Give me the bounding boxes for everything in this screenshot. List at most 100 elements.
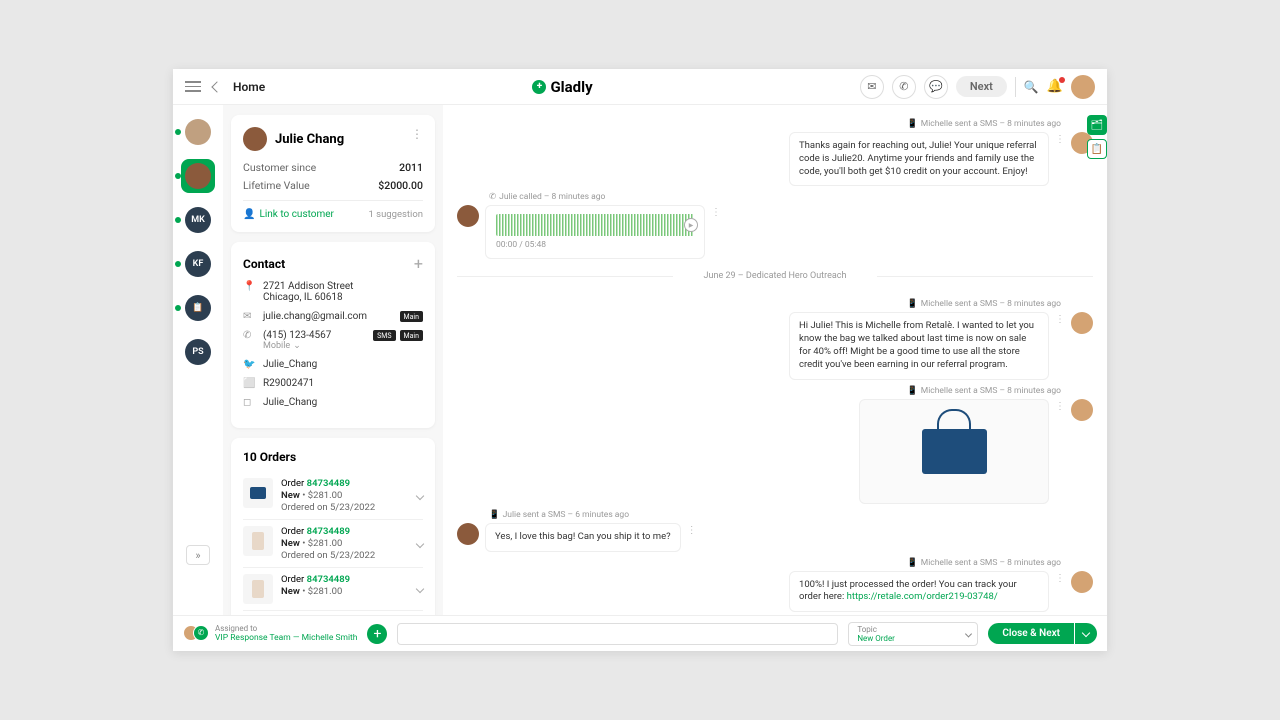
order-row-1[interactable]: Order 84734489New • $281.00Ordered on 5/… xyxy=(243,520,423,568)
action-card-icon[interactable]: 🗂 xyxy=(1087,115,1107,135)
phone-icon: ✆ xyxy=(243,330,255,341)
strip-item-2[interactable]: MK xyxy=(181,203,215,237)
tracking-link[interactable]: https://retale.com/order219-03748/ xyxy=(847,591,998,602)
topic-selector[interactable]: Topic New Order xyxy=(848,622,978,646)
brand-text: Gladly xyxy=(550,78,592,96)
message-menu-icon[interactable]: ⋮ xyxy=(1055,399,1065,412)
customer-name: Julie Chang xyxy=(275,132,344,147)
msg-meta: ✆ Julie called – 8 minutes ago xyxy=(489,192,1093,202)
assigned-label: Assigned to xyxy=(215,624,357,633)
agent-avatar xyxy=(1071,571,1093,593)
image-bubble[interactable] xyxy=(859,399,1049,504)
message-menu-icon[interactable]: ⋮ xyxy=(1055,571,1065,584)
twitter-icon: 🐦 xyxy=(243,359,255,370)
message-row: Hi Julie! This is Michelle from Retalè. … xyxy=(457,312,1093,379)
assigned-value[interactable]: VIP Response Team — Michelle Smith xyxy=(215,633,357,643)
message-bubble: Hi Julie! This is Michelle from Retalè. … xyxy=(789,312,1049,379)
breadcrumb-home[interactable]: Home xyxy=(233,80,265,94)
contact-card: Contact + 📍2721 Addison StreetChicago, I… xyxy=(231,242,435,428)
close-next-button[interactable]: Close & Next xyxy=(988,623,1074,644)
order-number[interactable]: 84734489 xyxy=(307,574,350,585)
chevron-down-icon[interactable]: ⌄ xyxy=(293,341,301,351)
add-contact-button[interactable]: + xyxy=(414,254,423,273)
sidebar: Julie Chang ⋮ Customer since2011 Lifetim… xyxy=(223,105,443,615)
twitter-handle[interactable]: Julie_Chang xyxy=(263,359,317,370)
message-menu-icon[interactable]: ⋮ xyxy=(711,205,721,218)
sms-badge: SMS xyxy=(373,330,395,341)
order-thumb xyxy=(243,574,273,604)
message-row: 100%! I just processed the order! You ca… xyxy=(457,571,1093,613)
mail-icon[interactable]: ✉ xyxy=(860,75,884,99)
compose-plus-button[interactable]: + xyxy=(367,624,387,644)
orders-title: 10 Orders xyxy=(243,450,423,464)
chevron-down-icon xyxy=(965,630,972,637)
menu-icon[interactable] xyxy=(185,81,201,92)
strip-item-1[interactable] xyxy=(181,159,215,193)
suggestion-count: 1 suggestion xyxy=(368,209,423,220)
strip-item-4[interactable]: 📋 xyxy=(181,291,215,325)
back-button[interactable] xyxy=(211,81,222,92)
agent-avatar xyxy=(1071,399,1093,421)
customer-menu-icon[interactable]: ⋮ xyxy=(411,127,423,141)
phone-icon[interactable]: ✆ xyxy=(892,75,916,99)
since-value: 2011 xyxy=(399,161,423,174)
facebook-icon: ⬜ xyxy=(243,378,255,389)
app-header: Home + Gladly ✉ ✆ 💬 Next 🔍 🔔 xyxy=(173,69,1107,105)
divider xyxy=(1015,77,1016,97)
call-duration: 00:00 / 05:48 xyxy=(496,240,694,250)
instagram-handle[interactable]: Julie_Chang xyxy=(263,397,317,408)
user-avatar[interactable] xyxy=(1071,75,1095,99)
next-button[interactable]: Next xyxy=(956,76,1007,97)
play-icon[interactable]: ▶ xyxy=(684,218,698,232)
action-clipboard-icon[interactable]: 📋 xyxy=(1087,139,1107,159)
customer-avatar xyxy=(457,205,479,227)
order-row-0[interactable]: Order 84734489New • $281.00Ordered on 5/… xyxy=(243,472,423,520)
conversation-strip: MK KF 📋 PS » xyxy=(173,105,223,615)
msg-meta: 📱 Michelle sent a SMS – 8 minutes ago xyxy=(457,119,1061,129)
orders-card: 10 Orders Order 84734489New • $281.00Ord… xyxy=(231,438,435,615)
plus-logo-icon: + xyxy=(532,80,546,94)
floating-actions: 🗂 📋 xyxy=(1087,115,1107,159)
message-menu-icon[interactable]: ⋮ xyxy=(687,523,697,536)
topic-value: New Order xyxy=(857,634,953,643)
msg-meta: 📱 Michelle sent a SMS – 8 minutes ago xyxy=(457,386,1061,396)
email-badge: Main xyxy=(400,311,424,322)
close-next-dropdown[interactable] xyxy=(1075,623,1097,644)
message-row: ⋮ xyxy=(457,399,1093,504)
assigned-to[interactable]: ✆ Assigned to VIP Response Team — Michel… xyxy=(183,624,357,643)
collapse-strip-button[interactable]: » xyxy=(186,545,210,565)
brand-logo: + Gladly xyxy=(265,78,860,96)
address-line1: 2721 Addison Street xyxy=(263,281,423,292)
email-value[interactable]: julie.chang@gmail.com xyxy=(263,311,390,322)
chat-icon[interactable]: 💬 xyxy=(924,75,948,99)
msg-meta: 📱 Michelle sent a SMS – 8 minutes ago xyxy=(457,299,1061,309)
footer-bar: ✆ Assigned to VIP Response Team — Michel… xyxy=(173,615,1107,651)
audio-waveform[interactable]: ▶ xyxy=(496,214,694,236)
customer-card: Julie Chang ⋮ Customer since2011 Lifetim… xyxy=(231,115,435,232)
msg-meta: 📱 Michelle sent a SMS – 8 minutes ago xyxy=(457,558,1061,568)
call-row: ▶ 00:00 / 05:48 ⋮ xyxy=(457,205,1093,259)
link-to-customer[interactable]: 👤 Link to customer xyxy=(243,209,334,220)
order-number[interactable]: 84734489 xyxy=(307,526,350,537)
message-menu-icon[interactable]: ⋮ xyxy=(1055,312,1065,325)
strip-item-0[interactable] xyxy=(181,115,215,149)
agent-avatar xyxy=(1071,312,1093,334)
close-next-group: Close & Next xyxy=(988,623,1097,644)
order-row-2[interactable]: Order 84734489New • $281.00 xyxy=(243,568,423,611)
mail-icon: ✉ xyxy=(243,311,255,322)
search-icon[interactable]: 🔍 xyxy=(1024,80,1039,94)
facebook-handle[interactable]: R29002471 xyxy=(263,378,314,389)
message-menu-icon[interactable]: ⋮ xyxy=(1055,132,1065,145)
notification-bell-icon[interactable]: 🔔 xyxy=(1047,79,1063,94)
strip-item-3[interactable]: KF xyxy=(181,247,215,281)
conversation-timeline[interactable]: 🗂 📋 📱 Michelle sent a SMS – 8 minutes ag… xyxy=(443,105,1107,615)
call-bubble: ▶ 00:00 / 05:48 xyxy=(485,205,705,259)
phone-type: Mobile xyxy=(263,341,290,351)
strip-item-5[interactable]: PS xyxy=(181,335,215,369)
order-number[interactable]: 84734489 xyxy=(307,478,350,489)
compose-input[interactable] xyxy=(397,623,838,645)
contact-title: Contact xyxy=(243,257,285,271)
ltv-label: Lifetime Value xyxy=(243,179,310,192)
message-bubble: Yes, I love this bag! Can you ship it to… xyxy=(485,523,681,552)
phone-value[interactable]: (415) 123-4567 xyxy=(263,330,363,341)
